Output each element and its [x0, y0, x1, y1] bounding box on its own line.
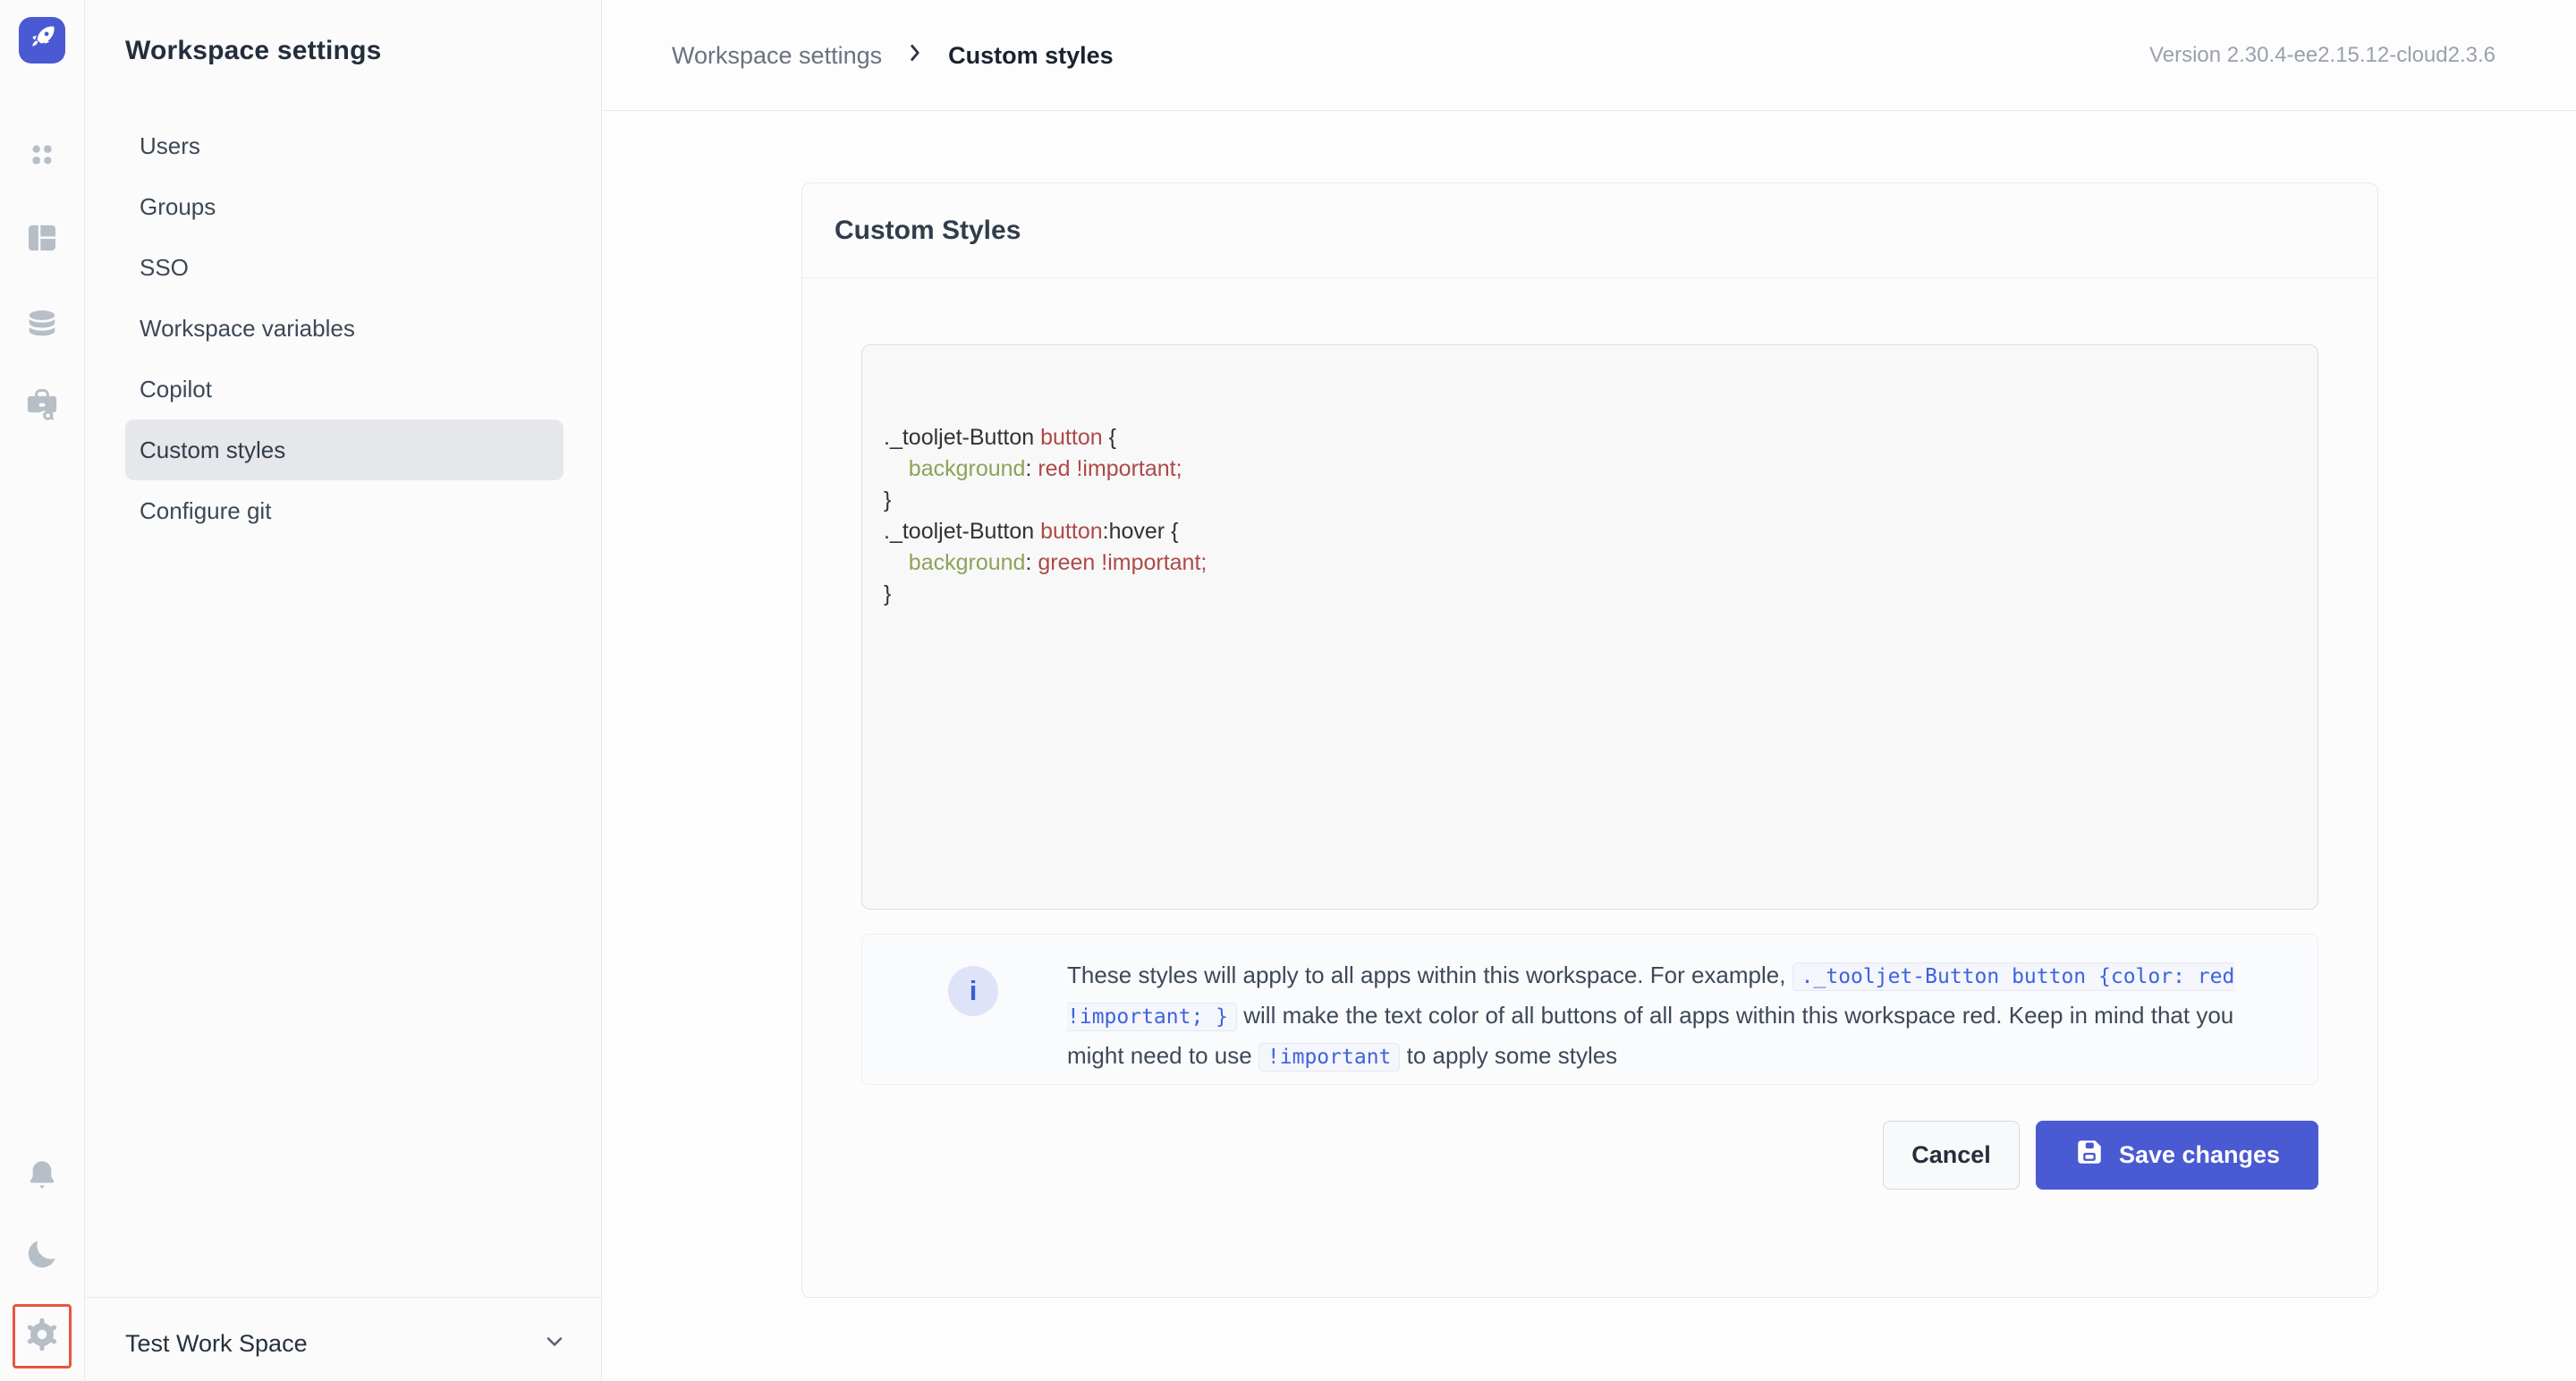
info-text: These styles will apply to all apps with… — [1067, 956, 2262, 1077]
sidebar-item-custom-styles[interactable]: Custom styles — [125, 419, 564, 480]
chevron-down-icon — [542, 1329, 567, 1359]
chevron-right-icon — [903, 41, 927, 71]
code-line: background: green !important; — [884, 547, 2296, 579]
sidebar-item-groups[interactable]: Groups — [125, 176, 564, 237]
card-header: Custom Styles — [802, 183, 2377, 278]
css-editor-content: ._tooljet-Button button { background: re… — [884, 422, 2296, 610]
sidebar-footer-divider — [85, 1297, 601, 1298]
code-line: background: red !important; — [884, 453, 2296, 485]
dark-mode-moon-icon[interactable] — [0, 1236, 84, 1272]
settings-gear-button[interactable] — [13, 1304, 72, 1368]
cancel-button[interactable]: Cancel — [1883, 1121, 2020, 1190]
settings-sidebar: Workspace settings Users Groups SSO Work… — [85, 0, 602, 1381]
card-actions: Cancel Save changes — [1883, 1121, 2318, 1190]
marketplace-icon[interactable] — [0, 385, 84, 423]
inline-code: !important — [1258, 1043, 1400, 1072]
save-button-label: Save changes — [2119, 1141, 2280, 1169]
version-label: Version 2.30.4-ee2.15.12-cloud2.3.6 — [2149, 0, 2496, 111]
floppy-save-icon — [2074, 1137, 2105, 1173]
workspace-name: Test Work Space — [125, 1330, 308, 1358]
code-line: } — [884, 485, 2296, 516]
tooljet-logo[interactable] — [19, 17, 65, 64]
sidebar-item-label: Users — [140, 132, 200, 160]
icon-rail — [0, 0, 85, 1381]
settings-gear-icon — [23, 1316, 61, 1358]
sidebar-item-sso[interactable]: SSO — [125, 237, 564, 298]
apps-grid-icon[interactable] — [0, 138, 84, 172]
workspace-selector[interactable]: Test Work Space — [125, 1315, 567, 1372]
custom-styles-card: Custom Styles ._tooljet-Button button { … — [801, 182, 2378, 1298]
sidebar-item-workspace-variables[interactable]: Workspace variables — [125, 298, 564, 359]
card-title: Custom Styles — [835, 216, 1021, 246]
rocket-icon — [27, 23, 57, 58]
info-banner: i These styles will apply to all apps wi… — [861, 934, 2318, 1085]
main-header: Workspace settings Custom styles Version… — [603, 0, 2576, 111]
sidebar-item-users[interactable]: Users — [125, 115, 564, 176]
code-line: ._tooljet-Button button { — [884, 422, 2296, 453]
database-table-icon[interactable] — [0, 220, 84, 256]
sidebar-item-configure-git[interactable]: Configure git — [125, 480, 564, 541]
info-icon: i — [948, 966, 998, 1016]
settings-menu: Users Groups SSO Workspace variables Cop… — [125, 115, 564, 541]
datasources-icon[interactable] — [0, 308, 84, 342]
css-editor[interactable]: ._tooljet-Button button { background: re… — [861, 344, 2318, 910]
code-line: } — [884, 579, 2296, 610]
sidebar-item-label: Copilot — [140, 376, 212, 403]
sidebar-item-label: Configure git — [140, 497, 271, 525]
sidebar-item-copilot[interactable]: Copilot — [125, 359, 564, 419]
code-line: ._tooljet-Button button:hover { — [884, 516, 2296, 547]
sidebar-item-label: Workspace variables — [140, 315, 355, 343]
save-changes-button[interactable]: Save changes — [2036, 1121, 2318, 1190]
notifications-bell-icon[interactable] — [0, 1157, 84, 1193]
sidebar-item-label: Groups — [140, 193, 216, 221]
info-icon-glyph: i — [970, 975, 978, 1007]
main-content: Workspace settings Custom styles Version… — [603, 0, 2576, 1381]
breadcrumb: Workspace settings Custom styles — [672, 0, 1114, 111]
breadcrumb-workspace-settings[interactable]: Workspace settings — [672, 42, 882, 70]
breadcrumb-custom-styles: Custom styles — [948, 42, 1114, 70]
sidebar-item-label: SSO — [140, 254, 189, 282]
sidebar-item-label: Custom styles — [140, 436, 285, 464]
sidebar-title: Workspace settings — [125, 36, 381, 66]
